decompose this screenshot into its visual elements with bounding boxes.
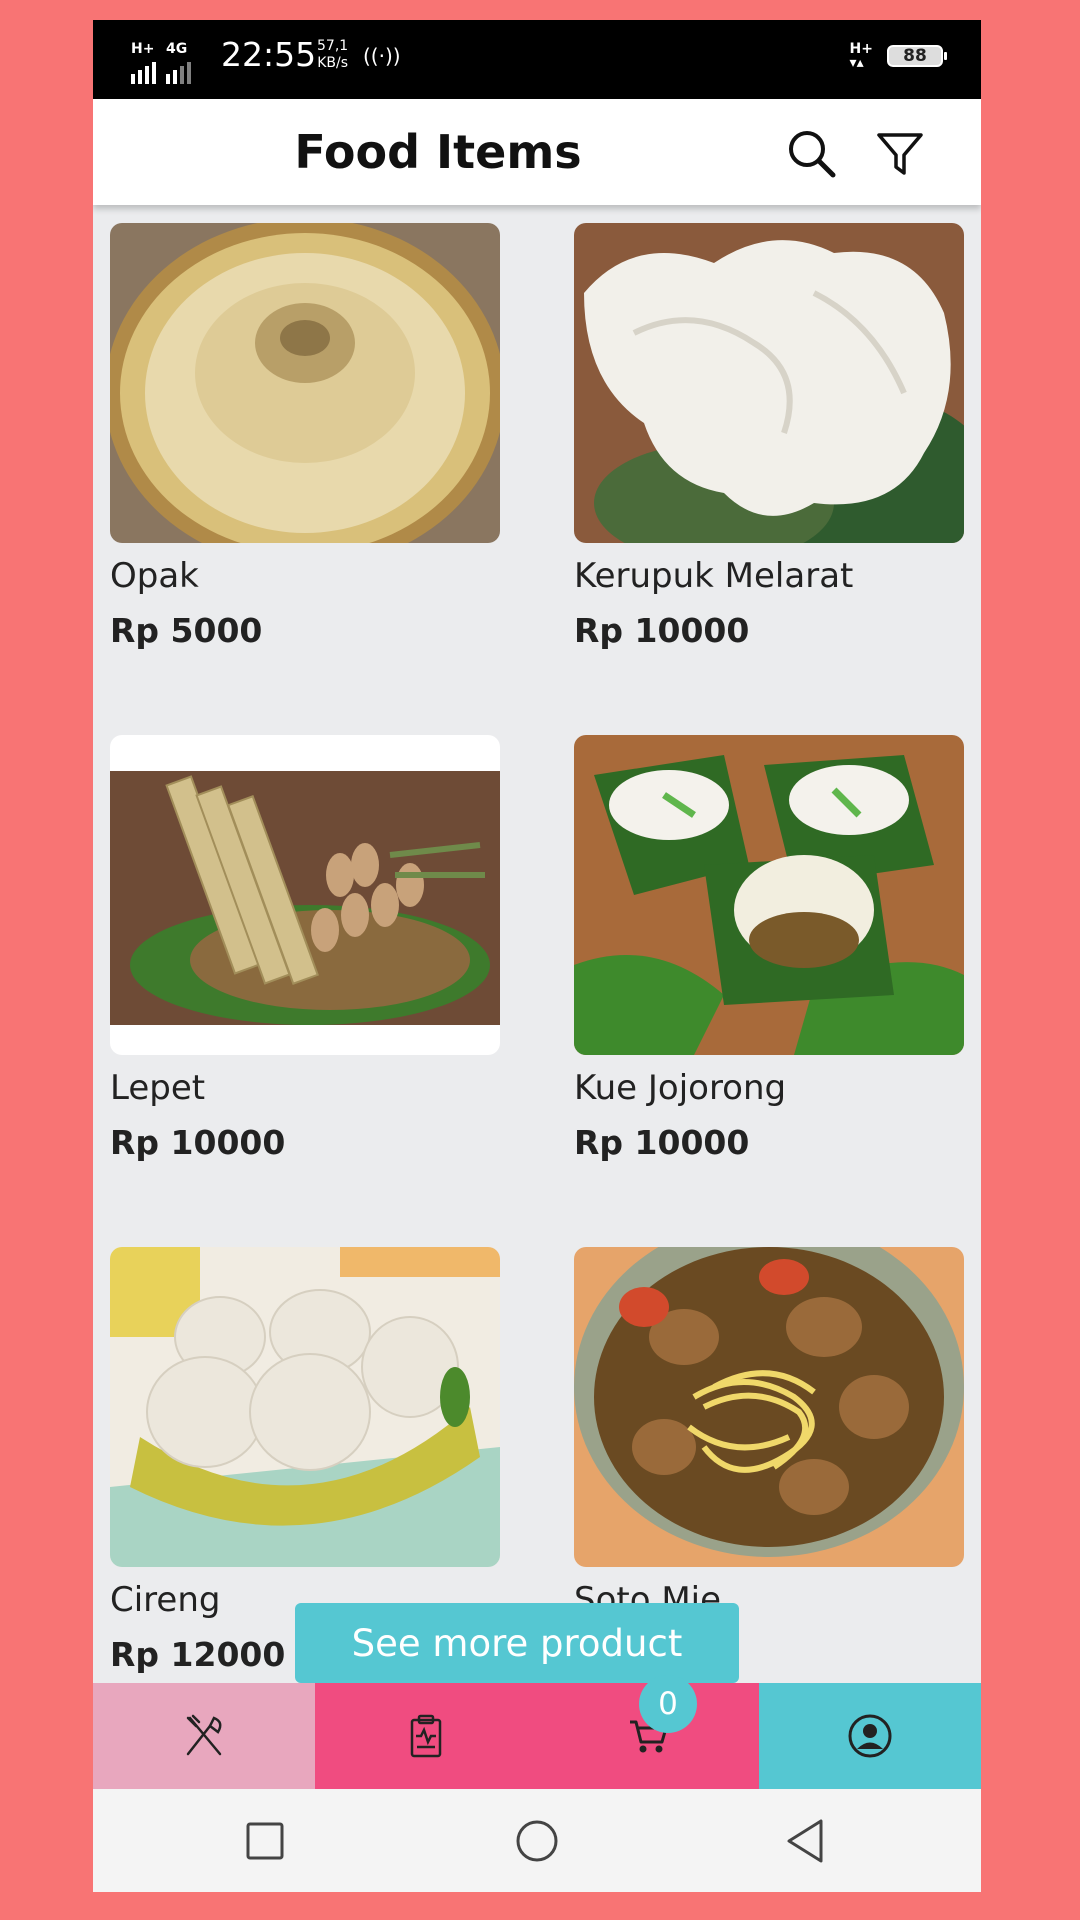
- tab-food[interactable]: [93, 1683, 315, 1789]
- triangle-back-icon: [787, 1819, 823, 1863]
- bottom-navigation: 0: [93, 1675, 981, 1789]
- filter-icon: [877, 133, 923, 175]
- product-image-kerupuk-melarat: [574, 223, 964, 543]
- product-name: Opak: [110, 556, 199, 596]
- filter-button[interactable]: [873, 127, 927, 181]
- product-name: Lepet: [110, 1068, 206, 1108]
- product-price: Rp 10000: [574, 1123, 750, 1162]
- app-screen: H+ 4G 22:55 57,1 KB/s ((·)) H+ ▾▴ 88 Foo…: [93, 20, 981, 1892]
- page-title: Food Items: [294, 125, 582, 179]
- hotspot-icon: ((·)): [363, 44, 401, 68]
- account-icon: [848, 1714, 892, 1758]
- square-icon: [246, 1822, 284, 1860]
- product-card[interactable]: Kerupuk Melarat Rp 10000: [574, 223, 964, 683]
- circle-icon: [516, 1820, 558, 1862]
- product-card[interactable]: Opak Rp 5000: [110, 223, 500, 683]
- product-name: Kerupuk Melarat: [574, 556, 854, 596]
- kerupuk-melarat-image: [574, 223, 964, 543]
- product-image-soto-mie: [574, 1247, 964, 1567]
- battery-level: 88: [903, 46, 927, 66]
- cart-count-badge: 0: [639, 1675, 697, 1733]
- product-price: Rp 10000: [110, 1123, 286, 1162]
- network-type-right: H+ ▾▴: [849, 41, 873, 71]
- signal-indicator: H+ 4G: [131, 42, 191, 84]
- clock: 22:55: [221, 35, 317, 74]
- product-image-lepet: [110, 735, 500, 1055]
- network-speed-value: 57,1: [317, 38, 349, 54]
- product-name: Cireng: [110, 1580, 221, 1620]
- product-price: Rp 12000: [110, 1635, 286, 1674]
- see-more-button[interactable]: See more product: [295, 1603, 739, 1683]
- soto-mie-image: [574, 1247, 964, 1567]
- network-type-label-2: 4G: [166, 41, 188, 57]
- network-speed: 57,1 KB/s: [317, 38, 348, 72]
- signal-bars-icon-2: [166, 56, 191, 84]
- system-navigation-bar: [93, 1789, 981, 1892]
- product-card[interactable]: Lepet Rp 10000: [110, 735, 500, 1195]
- home-button[interactable]: [513, 1817, 561, 1865]
- status-right: H+ ▾▴ 88: [849, 41, 947, 71]
- opak-image: [110, 223, 500, 543]
- search-button[interactable]: [785, 127, 839, 181]
- battery-icon: 88: [887, 45, 947, 67]
- product-price: Rp 5000: [110, 611, 263, 650]
- search-icon: [789, 131, 836, 178]
- back-button[interactable]: [783, 1817, 831, 1865]
- product-card[interactable]: Kue Jojorong Rp 10000: [574, 735, 964, 1195]
- cireng-image: [110, 1247, 500, 1567]
- product-price: Rp 10000: [574, 611, 750, 650]
- network-type-label: H+: [131, 41, 155, 57]
- lepet-image: [110, 735, 500, 1055]
- status-bar: H+ 4G 22:55 57,1 KB/s ((·)) H+ ▾▴ 88: [93, 20, 981, 99]
- clipboard-icon: [410, 1714, 442, 1758]
- app-bar: Food Items: [93, 99, 981, 205]
- kue-jojorong-image: [574, 735, 964, 1055]
- product-image-opak: [110, 223, 500, 543]
- network-speed-unit: KB/s: [317, 55, 348, 71]
- signal-bars-icon: [131, 56, 156, 84]
- tab-cart[interactable]: 0: [537, 1675, 759, 1789]
- product-image-kue-jojorong: [574, 735, 964, 1055]
- product-name: Kue Jojorong: [574, 1068, 787, 1108]
- tab-orders[interactable]: [315, 1683, 537, 1789]
- product-image-cireng: [110, 1247, 500, 1567]
- recents-button[interactable]: [241, 1817, 289, 1865]
- tab-account[interactable]: [759, 1683, 981, 1789]
- food-utensils-icon: [186, 1714, 222, 1756]
